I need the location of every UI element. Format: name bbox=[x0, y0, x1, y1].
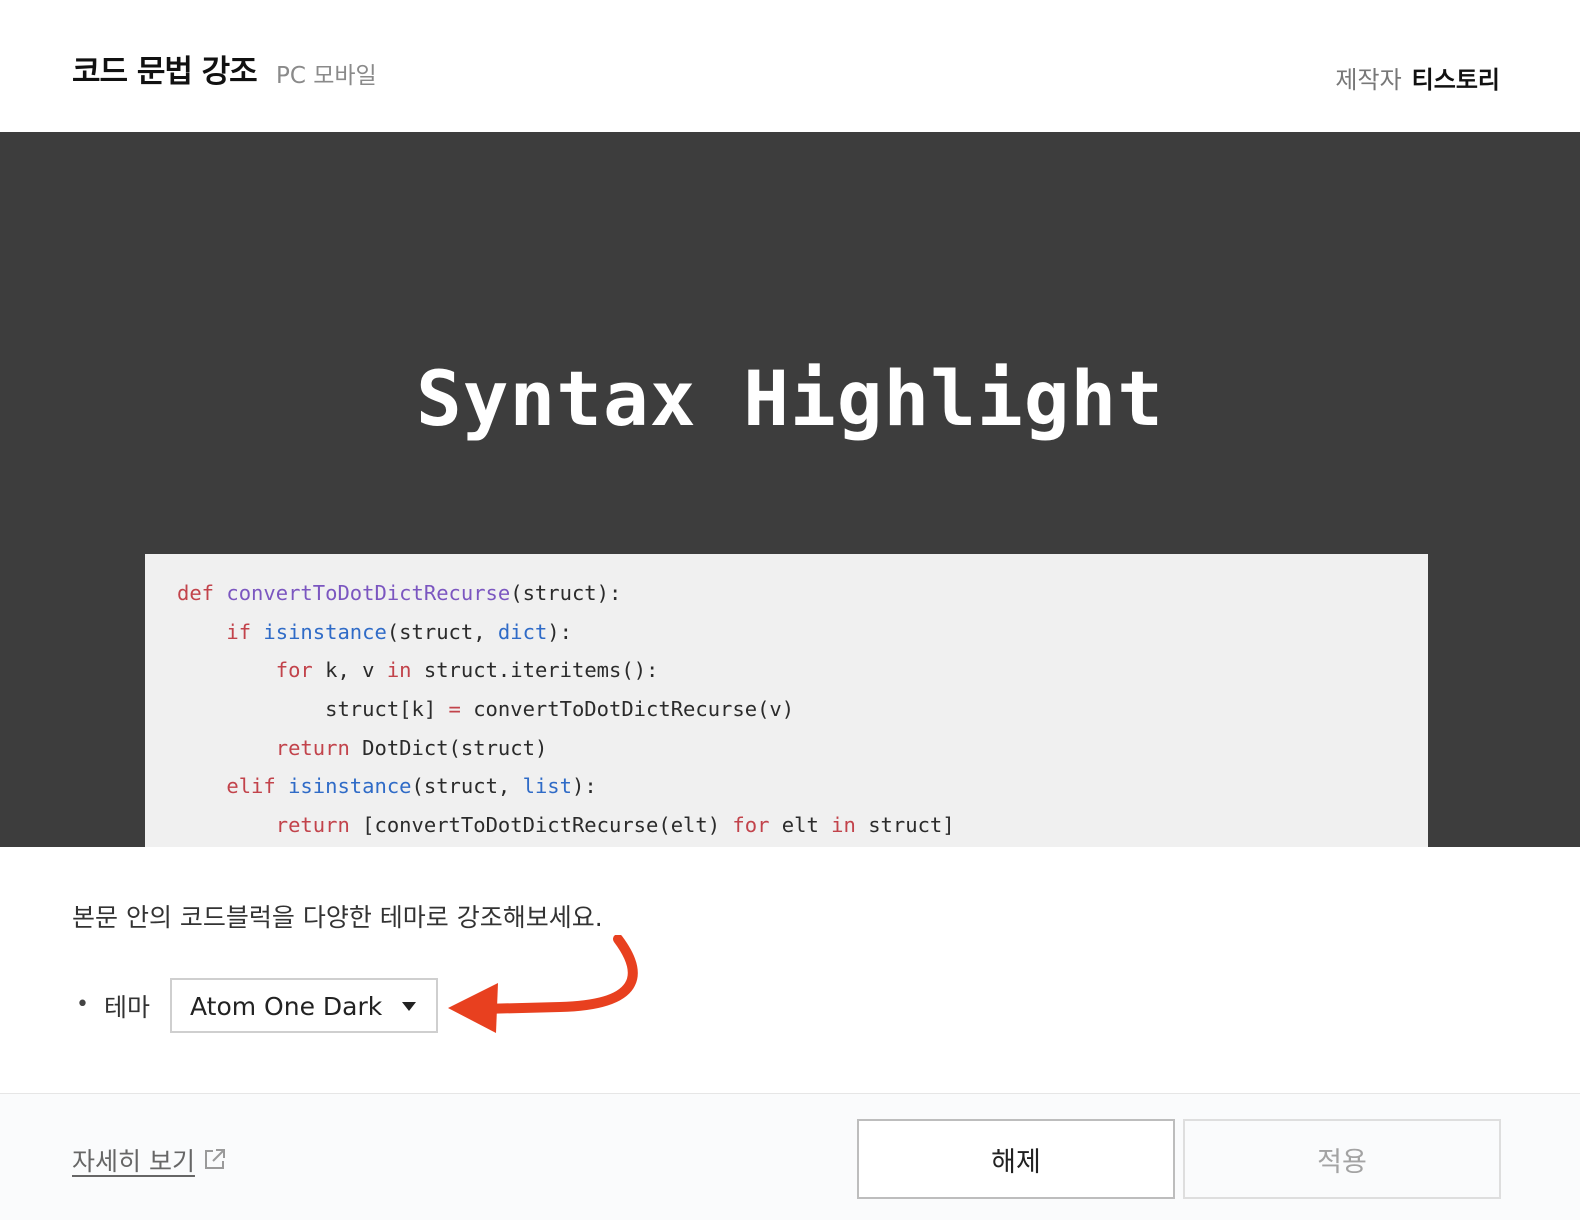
red-curved-arrow-icon bbox=[448, 935, 638, 1033]
code-line: elif isinstance(struct, list): bbox=[226, 774, 597, 799]
bullet: • bbox=[76, 992, 89, 1017]
footer-bar: 자세히 보기 해제 적용 bbox=[0, 1093, 1580, 1220]
apply-button[interactable]: 적용 bbox=[1183, 1119, 1501, 1199]
code-line: def convertToDotDictRecurse(struct): bbox=[177, 581, 622, 605]
code-line: for k, v in struct.iteritems(): bbox=[275, 658, 659, 683]
detail-link[interactable]: 자세히 보기 bbox=[72, 1142, 195, 1178]
code-line: if isinstance(struct, dict): bbox=[226, 619, 572, 644]
maker-label: 제작자 bbox=[1335, 66, 1402, 94]
header: 코드 문법 강조 PC 모바일 제작자 티스토리 bbox=[0, 0, 1580, 132]
banner-title: Syntax Highlight bbox=[415, 354, 1165, 443]
maker-name: 티스토리 bbox=[1411, 66, 1500, 94]
release-button[interactable]: 해제 bbox=[857, 1119, 1175, 1199]
preview-banner: Syntax Highlight def convertToDotDictRec… bbox=[0, 132, 1580, 847]
code-preview: def convertToDotDictRecurse(struct): if … bbox=[145, 554, 1428, 847]
theme-select[interactable]: Atom One Dark bbox=[170, 978, 438, 1033]
plugin-description: 본문 안의 코드블럭을 다양한 테마로 강조해보세요. bbox=[72, 903, 603, 932]
external-link-icon[interactable] bbox=[202, 1146, 228, 1172]
platform-tags: PC 모바일 bbox=[276, 63, 377, 89]
code-line: struct[k] = convertToDotDictRecurse(v) bbox=[177, 697, 795, 722]
theme-select-value: Atom One Dark bbox=[190, 992, 383, 1021]
theme-label: 테마 bbox=[104, 993, 151, 1022]
page-title: 코드 문법 강조 bbox=[72, 54, 258, 90]
code-line: return DotDict(struct) bbox=[275, 735, 548, 760]
code-line: return [convertToDotDictRecurse(elt) for… bbox=[275, 813, 955, 838]
maker-info: 제작자 티스토리 bbox=[1335, 60, 1500, 95]
caret-down-icon bbox=[402, 1002, 416, 1011]
